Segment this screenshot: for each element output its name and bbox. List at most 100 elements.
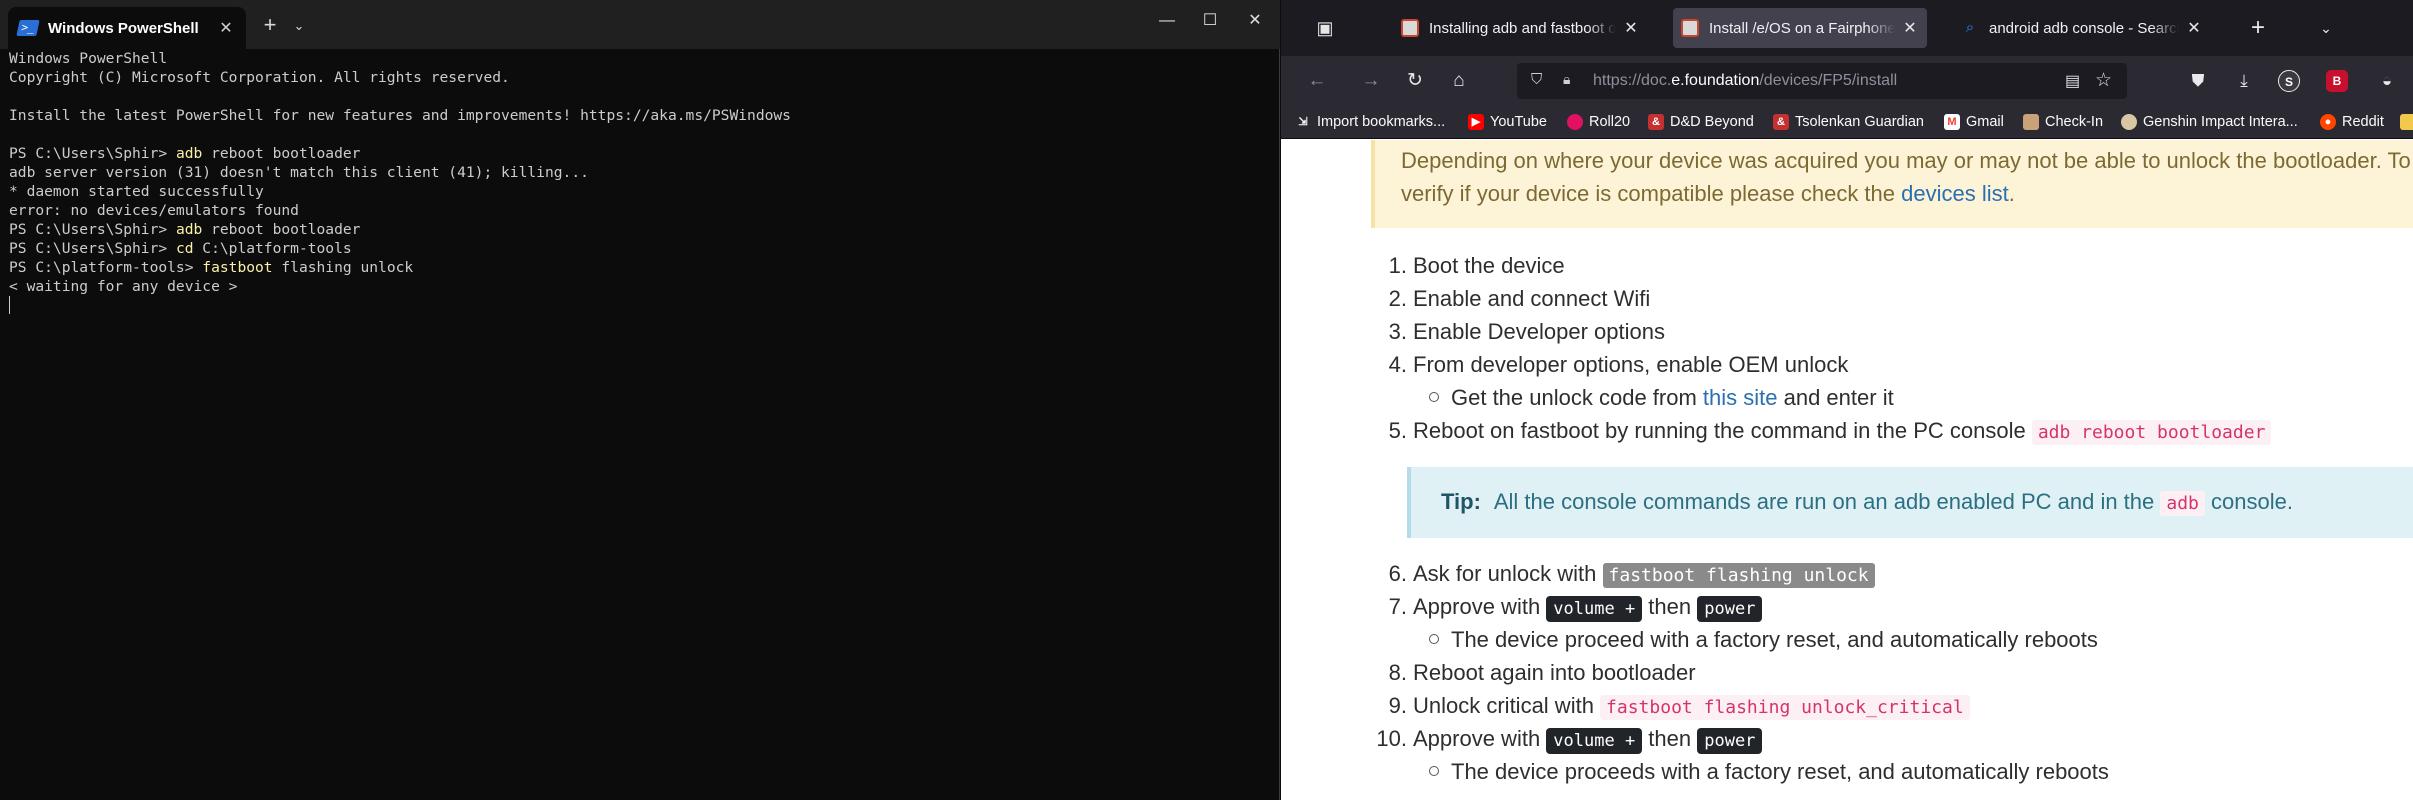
terminal-text: reboot bootloader (202, 145, 361, 162)
step-7: 7. Approve with volume + then power (1367, 591, 1763, 625)
this-site-link[interactable]: this site (1703, 385, 1778, 410)
bookmark-dndbeyond[interactable]: & D&D Beyond (1648, 112, 1754, 132)
step-3: 3. Enable Developer options (1388, 319, 1665, 344)
terminal-text: < waiting for any device > (9, 278, 238, 295)
bookmark-genshin[interactable]: Genshin Impact Intera... (2121, 112, 2298, 132)
forward-arrow-icon[interactable]: → (1355, 65, 1387, 97)
pocket-icon[interactable]: ⛊ (2185, 68, 2211, 94)
downloads-icon[interactable]: ⤓ (2231, 68, 2257, 94)
gmail-icon: M (1944, 114, 1960, 130)
terminal-tab[interactable]: >_ Windows PowerShell ✕ (8, 7, 246, 49)
key-volume-up: volume + (1546, 728, 1643, 754)
bookmark-folder-icon (2400, 114, 2413, 130)
code-fastboot-flashing-unlock[interactable]: fastboot flashing unlock (1602, 563, 1875, 588)
browser-tab-2[interactable]: Install /e/OS on a Fairphone FP5 ✕ (1673, 8, 1927, 48)
list-all-tabs-chevron-icon[interactable]: ⌄ (2311, 16, 2341, 40)
maximize-button[interactable]: ☐ (1195, 8, 1225, 34)
close-tab-icon[interactable]: ✕ (216, 18, 236, 38)
e-foundation-favicon-icon (1401, 19, 1419, 37)
dndbeyond-icon: & (1773, 114, 1789, 130)
bookmark-check-in[interactable]: Check-In (2023, 112, 2103, 132)
terminal-output[interactable]: Windows PowerShell Copyright (C) Microsof… (9, 49, 1271, 794)
tracking-protection-shield-icon[interactable]: ⛉ (1531, 71, 1547, 91)
close-icon[interactable]: ✕ (1901, 18, 1919, 38)
bookmark-tsolenkan-guardian[interactable]: & Tsolenkan Guardian (1773, 112, 1924, 132)
chevron-down-icon[interactable]: ⌄ (288, 14, 310, 38)
lock-icon[interactable]: 🔒︎ (1563, 71, 1570, 88)
terminal-text: Windows PowerShell (9, 50, 168, 67)
terminal-line: * daemon started successfully (9, 182, 1271, 201)
code-adb-reboot-bootloader[interactable]: adb reboot bootloader (2031, 420, 2272, 445)
e-foundation-favicon-icon (1681, 19, 1699, 37)
bookmark-reddit[interactable]: ● Reddit (2320, 112, 2384, 132)
terminal-line: PS C:\Users\Sphir> adb reboot bootloader (9, 144, 1271, 163)
genshin-icon (2121, 114, 2137, 130)
close-icon[interactable]: ✕ (1622, 18, 1640, 38)
browser-tab-title: Install /e/OS on a Fairphone FP5 (1709, 19, 1895, 37)
step-10-sub: The device proceeds with a factory reset… (1429, 756, 2109, 788)
reader-view-icon[interactable]: ▤ (2065, 71, 2080, 91)
firefox-view-icon[interactable]: ▣ (1311, 16, 1339, 40)
reload-icon[interactable]: ↻ (1399, 65, 1431, 97)
step-8: 8. Reboot again into bootloader (1388, 660, 1696, 685)
terminal-text: * daemon started successfully (9, 183, 264, 200)
bookmark-overflow[interactable] (2400, 112, 2413, 132)
terminal-text: error: no devices/emulators found (9, 202, 299, 219)
devices-list-link[interactable]: devices list (1901, 181, 2009, 206)
key-power: power (1697, 728, 1763, 754)
browser-tab-title: Installing adb and fastboot on W (1429, 19, 1616, 37)
bookmark-gmail[interactable]: M Gmail (1944, 112, 2004, 132)
terminal-line: Install the latest PowerShell for new fe… (9, 106, 1271, 125)
bookmark-star-icon[interactable]: ☆ (2095, 69, 2112, 92)
terminal-prompt: PS C:\platform-tools> (9, 259, 203, 276)
home-icon[interactable]: ⌂ (1443, 65, 1475, 97)
step-7-sub: The device proceed with a factory reset,… (1429, 624, 2098, 656)
tip-text: Tip: All the console commands are run on… (1441, 489, 2293, 516)
bullet-circle-icon (1429, 766, 1439, 776)
terminal-command: fastboot (202, 259, 273, 276)
url-bar[interactable]: ⛉ 🔒︎ https://doc.e.foundation/devices/FP… (1517, 63, 2127, 99)
account-icon[interactable]: ◒ (2374, 68, 2400, 94)
new-tab-plus-icon[interactable]: + (258, 12, 282, 38)
bookmark-import[interactable]: ⇲ Import bookmarks... (1295, 112, 1445, 132)
terminal-text: C:\platform-tools (193, 240, 352, 257)
youtube-icon: ▶ (1468, 114, 1484, 130)
terminal-prompt: PS C:\Users\Sphir> (9, 221, 176, 238)
extension-b-icon[interactable]: B (2326, 70, 2348, 92)
code-adb[interactable]: adb (2160, 491, 2205, 516)
bookmarks-toolbar: ⇲ Import bookmarks... ▶ YouTube Roll20 & D&… (1281, 105, 2413, 139)
browser-navbar: ← → ↻ ⌂ ⛉ 🔒︎ https://doc.e.foundation/de… (1281, 56, 2413, 105)
terminal-text: reboot bootloader (202, 221, 361, 238)
terminal-line: Windows PowerShell (9, 49, 1271, 68)
terminal-text: Install the latest PowerShell for new fe… (9, 107, 791, 124)
minimize-button[interactable]: — (1152, 8, 1182, 34)
step-5: 5. Reboot on fastboot by running the comm… (1367, 415, 2272, 449)
terminal-input-line[interactable] (9, 296, 1271, 315)
reddit-icon: ● (2320, 114, 2336, 130)
terminal-command: cd (175, 240, 194, 257)
browser-tab-3[interactable]: ⌕ android adb console - Search ✕ (1953, 8, 2211, 48)
terminal-text: adb server version (31) doesn't match th… (9, 164, 589, 181)
bookmark-roll20[interactable]: Roll20 (1567, 112, 1630, 132)
close-icon[interactable]: ✕ (2185, 18, 2203, 38)
step-1: 1. Boot the device (1388, 253, 1565, 278)
key-volume-up: volume + (1546, 596, 1643, 622)
bullet-circle-icon (1429, 634, 1439, 644)
step-6: 6. Ask for unlock with fastboot flashing … (1367, 558, 1875, 592)
code-fastboot-flashing-unlock-critical[interactable]: fastboot flashing unlock_critical (1600, 695, 1970, 720)
close-window-button[interactable]: ✕ (1240, 8, 1270, 34)
extension-s-icon[interactable]: S (2278, 70, 2300, 92)
import-icon: ⇲ (1298, 116, 1308, 128)
step-9: 9. Unlock critical with fastboot flashing… (1367, 690, 1970, 724)
new-tab-plus-icon[interactable]: + (2243, 14, 2273, 42)
terminal-command: adb (175, 221, 203, 238)
browser-window: ▣ Installing adb and fastboot on W ✕ Ins… (1281, 0, 2413, 800)
terminal-line: error: no devices/emulators found (9, 201, 1271, 220)
browser-tab-title: android adb console - Search (1989, 19, 2179, 37)
url-text[interactable]: https://doc.e.foundation/devices/FP5/ins… (1593, 72, 1897, 90)
bookmark-youtube[interactable]: ▶ YouTube (1468, 112, 1547, 132)
terminal-text: Copyright (C) Microsoft Corporation. All… (9, 69, 510, 86)
browser-tab-1[interactable]: Installing adb and fastboot on W ✕ (1393, 8, 1648, 48)
back-arrow-icon[interactable]: ← (1301, 65, 1333, 97)
